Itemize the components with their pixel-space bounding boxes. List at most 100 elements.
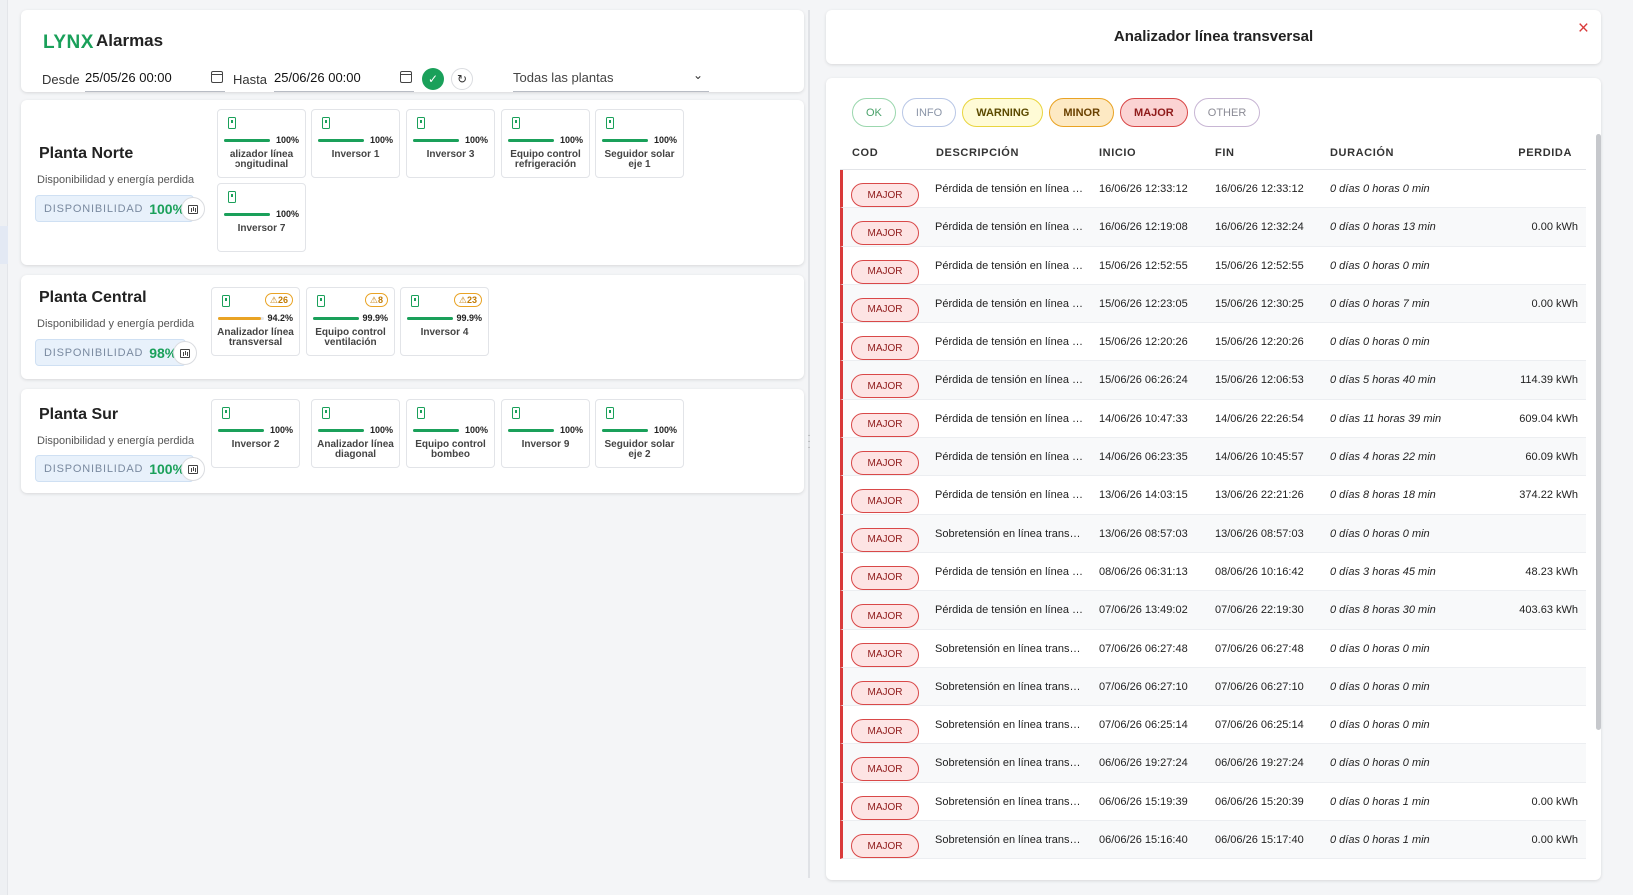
device-tile[interactable]: 100% Inversor 9 bbox=[501, 399, 590, 468]
close-icon[interactable]: × bbox=[1578, 18, 1589, 40]
device-tile[interactable]: 100% alizador línea ɔngitudinal bbox=[217, 109, 306, 178]
chart-button[interactable] bbox=[181, 197, 205, 221]
table-row[interactable]: MAJOR Sobretensión en línea transversal 07… bbox=[840, 706, 1586, 745]
table-row[interactable]: MAJOR Pérdida de tensión en línea transve… bbox=[840, 323, 1586, 362]
cell-end: 07/06/26 06:27:10 bbox=[1215, 680, 1304, 693]
table-row[interactable]: MAJOR Sobretensión en línea transversal 13… bbox=[840, 514, 1586, 553]
table-row[interactable]: MAJOR Pérdida de tensión en línea transve… bbox=[840, 361, 1586, 400]
filter-ok[interactable]: OK bbox=[852, 98, 896, 127]
table-row[interactable]: MAJOR Sobretensión en línea transversal 06… bbox=[840, 744, 1586, 783]
table-row[interactable]: MAJOR Sobretensión en línea transversal 06… bbox=[840, 782, 1586, 822]
availability-bar-fill bbox=[218, 429, 264, 432]
filter-warning[interactable]: WARNING bbox=[962, 98, 1044, 127]
table-row[interactable]: MAJOR Pérdida de tensión en línea transve… bbox=[840, 399, 1586, 439]
device-icon bbox=[417, 407, 425, 419]
table-row[interactable]: MAJOR Sobretensión en línea transversal 07… bbox=[840, 667, 1586, 707]
splitter-handle-icon[interactable]: · · · bbox=[806, 431, 812, 453]
column-header-duracion[interactable]: DURACIÓN bbox=[1330, 147, 1394, 159]
table-row[interactable]: MAJOR Pérdida de tensión en línea transve… bbox=[840, 552, 1586, 592]
cell-end: 15/06/26 12:30:25 bbox=[1215, 297, 1304, 310]
apply-button[interactable]: ✓ bbox=[422, 68, 444, 90]
column-header-descripcion[interactable]: DESCRIPCIÓN bbox=[936, 147, 1019, 159]
cell-duration: 0 días 0 horas 7 min bbox=[1330, 297, 1430, 310]
filter-info[interactable]: INFO bbox=[901, 98, 957, 127]
availability-chip: DISPONIBILIDAD 98% bbox=[35, 339, 187, 366]
table-scrollbar[interactable] bbox=[1596, 134, 1601, 730]
device-icon bbox=[228, 191, 236, 203]
table-row[interactable]: MAJOR Pérdida de tensión en línea transve… bbox=[840, 284, 1586, 324]
availability-chip: DISPONIBILIDAD 100% bbox=[35, 455, 195, 482]
to-date-field[interactable]: 25/06/26 00:00 bbox=[274, 62, 414, 92]
table-row[interactable]: MAJOR Pérdida de tensión en línea transve… bbox=[840, 591, 1586, 630]
filter-minor[interactable]: MINOR bbox=[1049, 98, 1115, 127]
column-header-fin[interactable]: FIN bbox=[1215, 147, 1235, 159]
device-name: Seguidor solar eje 1 bbox=[604, 149, 675, 170]
device-availability: 100% bbox=[653, 425, 677, 435]
device-tile[interactable]: 100% Inversor 1 bbox=[311, 109, 400, 178]
table-row[interactable]: MAJOR Pérdida de tensión en línea transve… bbox=[840, 438, 1586, 477]
cell-description: Pérdida de tensión en línea transversal bbox=[935, 489, 1085, 502]
cell-start: 15/06/26 06:26:24 bbox=[1099, 374, 1188, 387]
device-tile[interactable]: ⚠26 94.2% Analizador línea transversal bbox=[211, 287, 300, 356]
cell-end: 15/06/26 12:52:55 bbox=[1215, 259, 1304, 272]
refresh-button[interactable]: ↻ bbox=[451, 68, 473, 90]
filter-major[interactable]: MAJOR bbox=[1120, 98, 1188, 127]
cell-loss: 0.00 kWh bbox=[1531, 297, 1578, 310]
cell-start: 16/06/26 12:33:12 bbox=[1099, 183, 1188, 195]
table-row[interactable]: MAJOR Sobretensión en línea transversal 07… bbox=[840, 629, 1586, 668]
cell-end: 14/06/26 10:45:57 bbox=[1215, 451, 1304, 464]
cell-duration: 0 días 0 horas 0 min bbox=[1330, 719, 1430, 732]
device-tile[interactable]: 100% Inversor 2 bbox=[211, 399, 300, 468]
cell-end: 07/06/26 22:19:30 bbox=[1215, 604, 1304, 617]
cell-duration: 0 días 0 horas 0 min bbox=[1330, 336, 1430, 349]
cell-end: 08/06/26 10:16:42 bbox=[1215, 565, 1304, 578]
table-row[interactable]: MAJOR Pérdida de tensión en línea transve… bbox=[840, 208, 1586, 247]
device-tile[interactable]: 100% Inversor 3 bbox=[406, 109, 495, 178]
table-row[interactable]: MAJOR Pérdida de tensión en línea transve… bbox=[840, 246, 1586, 285]
plant-name: Planta Sur bbox=[39, 406, 119, 423]
cell-description: Pérdida de tensión en línea transversal bbox=[935, 604, 1085, 617]
cell-start: 06/06/26 19:27:24 bbox=[1099, 757, 1188, 770]
cell-loss: 60.09 kWh bbox=[1525, 451, 1578, 464]
device-tile[interactable]: 100% Inversor 7 bbox=[217, 183, 306, 252]
cell-duration: 0 días 0 horas 13 min bbox=[1330, 221, 1436, 234]
device-name: Inversor 4 bbox=[420, 327, 469, 338]
column-header-perdida[interactable]: PERDIDA bbox=[1518, 147, 1572, 159]
calendar-icon[interactable] bbox=[211, 71, 223, 83]
from-date-field[interactable]: 25/05/26 00:00 bbox=[85, 62, 225, 92]
availability-bar-fill bbox=[407, 317, 453, 320]
table-row[interactable]: MAJOR Pérdida de tensión en línea transve… bbox=[840, 476, 1586, 515]
detail-panel-header: Analizador línea transversal × bbox=[826, 10, 1601, 64]
device-tile[interactable]: ⚠23 99.9% Inversor 4 bbox=[400, 287, 489, 356]
device-tile[interactable]: 100% Equipo control refrigeración bbox=[501, 109, 590, 178]
cell-description: Sobretensión en línea transversal bbox=[935, 680, 1085, 693]
cell-duration: 0 días 0 horas 1 min bbox=[1330, 834, 1430, 847]
detail-panel-title: Analizador línea transversal bbox=[1113, 28, 1314, 45]
column-header-cod[interactable]: COD bbox=[852, 147, 878, 159]
availability-bar-fill bbox=[218, 317, 262, 320]
device-tile[interactable]: 100% Analizador línea diagonal bbox=[311, 399, 400, 468]
cell-start: 16/06/26 12:19:08 bbox=[1099, 221, 1188, 234]
rail-tab[interactable] bbox=[0, 226, 8, 264]
device-tile[interactable]: 100% Seguidor solar eje 1 bbox=[595, 109, 684, 178]
device-tile[interactable]: 100% Seguidor solar eje 2 bbox=[595, 399, 684, 468]
calendar-icon[interactable] bbox=[400, 71, 412, 83]
device-tile[interactable]: ⚠8 99.9% Equipo control ventilación bbox=[306, 287, 395, 356]
device-tile[interactable]: 100% Equipo control bombeo bbox=[406, 399, 495, 468]
cell-start: 08/06/26 06:31:13 bbox=[1099, 565, 1188, 578]
column-header-inicio[interactable]: INICIO bbox=[1099, 147, 1136, 159]
cell-duration: 0 días 0 horas 0 min bbox=[1330, 527, 1430, 540]
plant-select-value: Todas las plantas bbox=[513, 70, 614, 85]
table-row[interactable]: MAJOR Pérdida de tensión en línea transve… bbox=[840, 170, 1586, 209]
plant-subtitle: Disponibilidad y energía perdida bbox=[37, 435, 195, 447]
cell-description: Pérdida de tensión en línea transversal bbox=[935, 259, 1085, 272]
filter-other[interactable]: OTHER bbox=[1193, 98, 1261, 127]
chart-button[interactable] bbox=[181, 457, 205, 481]
cell-start: 15/06/26 12:20:26 bbox=[1099, 336, 1188, 349]
table-row[interactable]: MAJOR Sobretensión en línea transversal 06… bbox=[840, 821, 1586, 860]
chart-button[interactable] bbox=[173, 341, 197, 365]
cell-end: 13/06/26 22:21:26 bbox=[1215, 489, 1304, 502]
cell-description: Sobretensión en línea transversal bbox=[935, 834, 1085, 847]
device-availability: 100% bbox=[269, 425, 293, 435]
plant-select[interactable]: Todas las plantas ⌄ bbox=[513, 62, 709, 92]
